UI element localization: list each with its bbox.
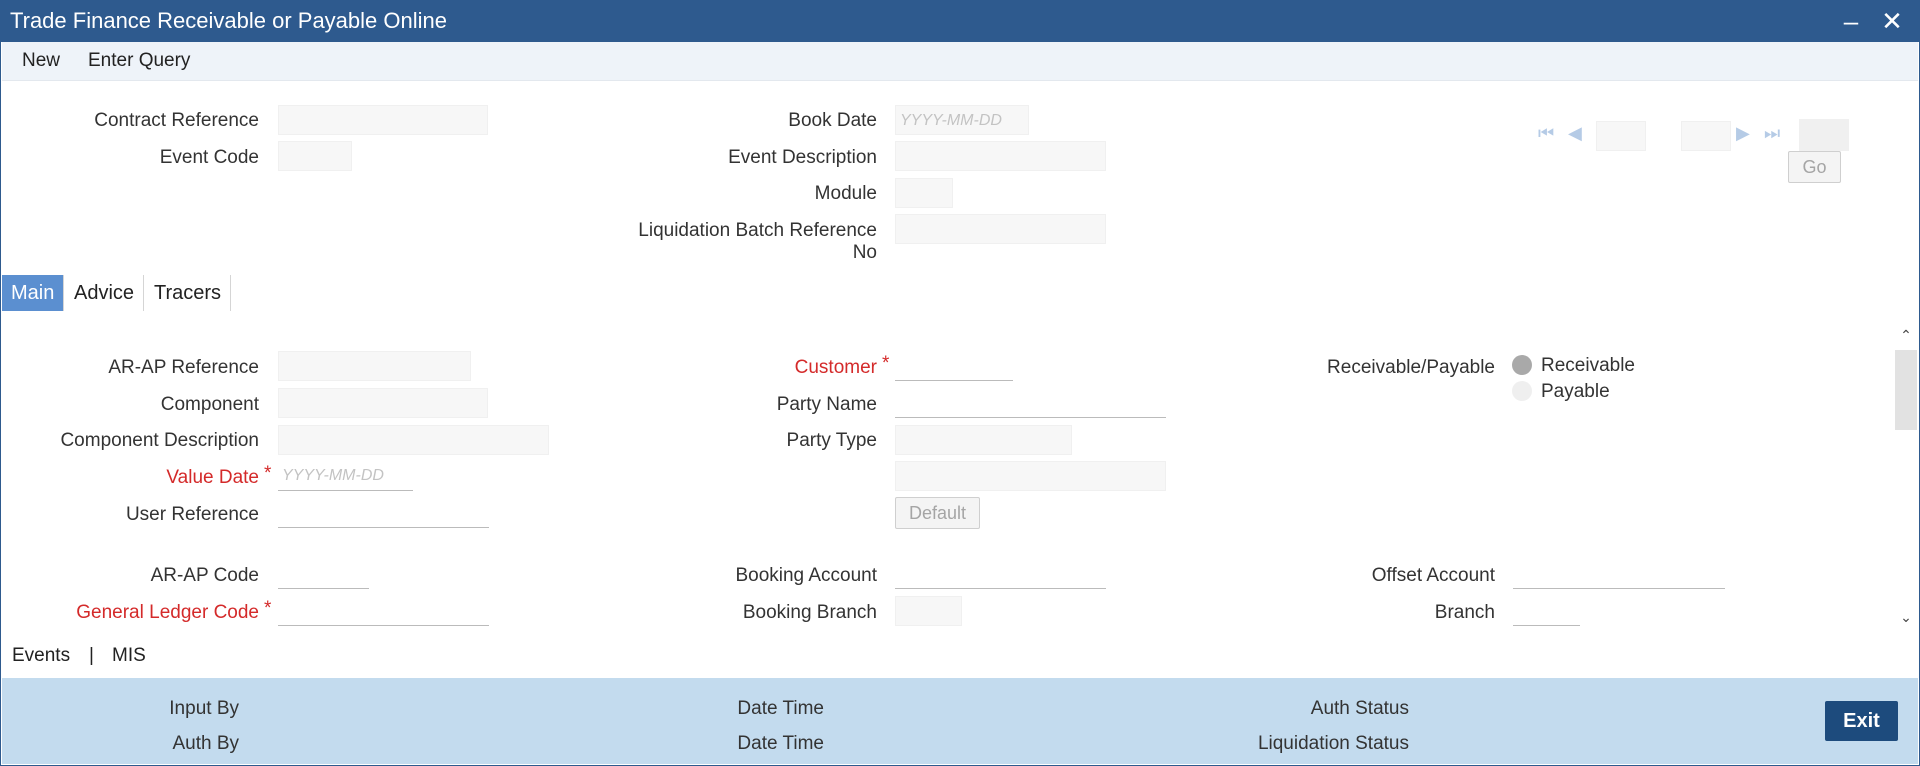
book-date-label: Book Date xyxy=(788,110,877,131)
booking-account-field[interactable] xyxy=(895,559,1106,589)
offset-account-field[interactable] xyxy=(1513,559,1725,589)
event-code-field[interactable] xyxy=(278,141,352,171)
scroll-down-icon[interactable]: ⌄ xyxy=(1896,609,1916,626)
tab-main[interactable]: Main xyxy=(2,275,65,311)
general-ledger-code-required-mark: * xyxy=(264,598,272,619)
page-size-field[interactable] xyxy=(1799,119,1849,151)
liquidation-batch-reference-label: Liquidation Batch Reference xyxy=(638,220,877,241)
module-field[interactable] xyxy=(895,178,953,208)
total-records-field[interactable] xyxy=(1681,121,1731,151)
component-description-label: Component Description xyxy=(60,430,259,451)
link-separator: | xyxy=(89,645,94,666)
sub-screen-links: Events | MIS xyxy=(2,634,1918,678)
audit-panel: Input By Auth By Date Time Date Time Aut… xyxy=(2,678,1918,764)
liquidation-status-label: Liquidation Status xyxy=(1257,733,1409,754)
scroll-up-icon[interactable]: ⌃ xyxy=(1896,327,1916,344)
branch-label: Branch xyxy=(1434,602,1495,623)
receivable-payable-label: Receivable/Payable xyxy=(1327,357,1495,378)
general-ledger-code-label: General Ledger Code xyxy=(76,602,259,623)
date-time-label-1: Date Time xyxy=(737,698,824,719)
user-reference-label: User Reference xyxy=(125,504,259,525)
component-label: Component xyxy=(160,394,259,415)
branch-field[interactable] xyxy=(1513,596,1580,626)
customer-required-mark: * xyxy=(882,353,890,374)
value-date-field[interactable]: YYYY-MM-DD xyxy=(278,461,413,491)
value-date-label: Value Date xyxy=(166,467,259,488)
ar-ap-code-label: AR-AP Code xyxy=(150,565,259,586)
receivable-label: Receivable xyxy=(1541,355,1635,376)
events-link[interactable]: Events xyxy=(12,645,70,667)
customer-field[interactable] xyxy=(895,351,1013,381)
auth-by-label: Auth By xyxy=(172,733,239,754)
party-name-label: Party Name xyxy=(776,394,877,415)
party-type-label: Party Type xyxy=(786,430,877,451)
menu-bar: New Enter Query xyxy=(2,42,1918,81)
minimize-icon[interactable]: – xyxy=(1836,6,1866,36)
ar-ap-reference-label: AR-AP Reference xyxy=(108,357,259,378)
window-title: Trade Finance Receivable or Payable Onli… xyxy=(10,8,447,33)
book-date-field[interactable]: YYYY-MM-DD xyxy=(895,105,1029,135)
general-ledger-code-field[interactable] xyxy=(278,596,489,626)
event-description-field[interactable] xyxy=(895,141,1106,171)
party-type-field[interactable] xyxy=(895,425,1072,455)
ar-ap-reference-field[interactable] xyxy=(278,351,471,381)
auth-status-label: Auth Status xyxy=(1310,698,1409,719)
contract-reference-label: Contract Reference xyxy=(94,110,259,131)
booking-account-label: Booking Account xyxy=(735,565,877,586)
customer-label: Customer xyxy=(794,357,877,378)
payable-radio[interactable] xyxy=(1512,381,1532,401)
first-record-icon[interactable]: ⏮ xyxy=(1538,123,1554,144)
contract-reference-field[interactable] xyxy=(278,105,488,135)
input-by-label: Input By xyxy=(169,698,239,719)
user-reference-field[interactable] xyxy=(278,498,489,528)
event-code-label: Event Code xyxy=(159,147,259,168)
tab-tracers[interactable]: Tracers xyxy=(145,275,232,311)
component-description-field[interactable] xyxy=(278,425,549,455)
ar-ap-code-field[interactable] xyxy=(278,559,369,589)
value-date-required-mark: * xyxy=(264,463,272,484)
party-name-field[interactable] xyxy=(895,388,1166,418)
close-icon[interactable]: ✕ xyxy=(1877,6,1907,36)
next-record-icon[interactable]: ▶ xyxy=(1736,123,1750,144)
scrollbar-thumb[interactable] xyxy=(1895,350,1917,430)
module-label: Module xyxy=(814,183,877,204)
go-button[interactable]: Go xyxy=(1788,151,1841,183)
date-time-label-2: Date Time xyxy=(737,733,824,754)
current-record-field[interactable] xyxy=(1596,121,1646,151)
exit-button[interactable]: Exit xyxy=(1825,701,1898,741)
component-field[interactable] xyxy=(278,388,488,418)
title-bar: Trade Finance Receivable or Payable Onli… xyxy=(0,0,1920,42)
liquidation-batch-reference-label-no: No xyxy=(852,242,877,263)
booking-branch-field[interactable] xyxy=(895,596,962,626)
offset-account-label: Offset Account xyxy=(1371,565,1495,586)
new-menu-item[interactable]: New xyxy=(22,50,60,72)
event-description-label: Event Description xyxy=(728,147,877,168)
receivable-radio[interactable] xyxy=(1512,355,1532,375)
default-button[interactable]: Default xyxy=(895,497,980,529)
mis-link[interactable]: MIS xyxy=(112,645,146,667)
tab-advice[interactable]: Advice xyxy=(65,275,145,311)
liquidation-batch-reference-field[interactable] xyxy=(895,214,1106,244)
previous-record-icon[interactable]: ◀ xyxy=(1568,123,1582,144)
payable-label: Payable xyxy=(1541,381,1610,402)
party-type-description-field[interactable] xyxy=(895,461,1166,491)
last-record-icon[interactable]: ⏭ xyxy=(1764,123,1780,144)
enter-query-menu-item[interactable]: Enter Query xyxy=(88,50,190,72)
booking-branch-label: Booking Branch xyxy=(742,602,877,623)
